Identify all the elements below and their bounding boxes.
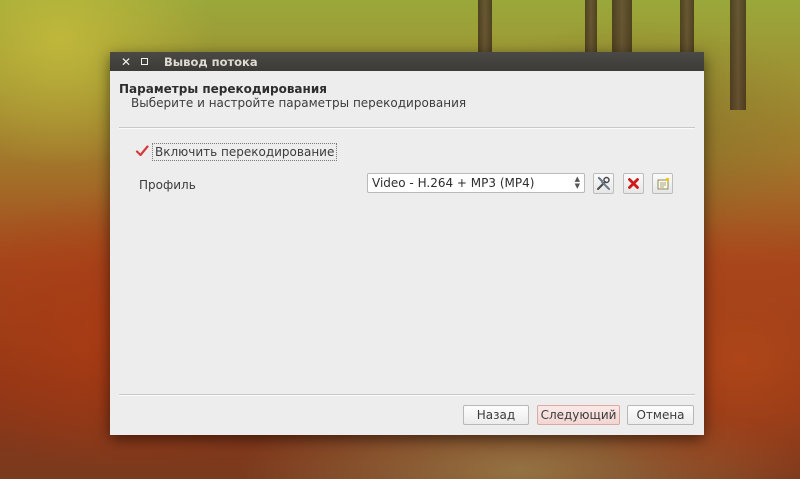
next-button[interactable]: Следующий: [537, 405, 620, 425]
new-profile-button[interactable]: [652, 173, 673, 194]
profile-select[interactable]: Video - H.264 + MP3 (MP4) ▲ ▼: [367, 173, 585, 193]
new-profile-icon: [657, 177, 669, 189]
header-divider: [119, 127, 695, 129]
back-button[interactable]: Назад: [463, 405, 529, 425]
wallpaper-tree: [612, 0, 632, 60]
maximize-icon[interactable]: [138, 56, 150, 68]
profile-label: Профиль: [139, 178, 196, 192]
checkmark-icon: [135, 144, 149, 156]
window-title: Вывод потока: [164, 54, 258, 69]
cancel-button[interactable]: Отмена: [627, 405, 694, 425]
enable-transcoding-checkbox[interactable]: [135, 144, 149, 159]
stream-output-dialog: ✕ Вывод потока Параметры перекодирования…: [110, 52, 704, 435]
tools-icon: [597, 176, 610, 190]
profile-select-value: Video - H.264 + MP3 (MP4): [372, 176, 535, 190]
section-subtitle: Выберите и настройте параметры перекодир…: [131, 96, 467, 110]
footer-divider: [119, 394, 695, 396]
delete-profile-button[interactable]: [623, 173, 644, 194]
enable-transcoding-label[interactable]: Включить перекодирование: [152, 143, 338, 161]
spinner-arrows-icon: ▲ ▼: [574, 175, 580, 190]
wallpaper-tree: [478, 0, 492, 60]
wallpaper-tree: [585, 0, 597, 60]
wallpaper-tree: [730, 0, 746, 110]
enable-transcoding-row[interactable]: Включить перекодирование: [135, 143, 338, 161]
delete-red-x-icon: [628, 178, 639, 189]
wallpaper-tree: [680, 0, 694, 60]
edit-profile-button[interactable]: [593, 173, 614, 194]
section-title: Параметры перекодирования: [119, 82, 327, 96]
window-titlebar[interactable]: ✕ Вывод потока: [110, 52, 704, 71]
close-icon[interactable]: ✕: [120, 56, 132, 68]
